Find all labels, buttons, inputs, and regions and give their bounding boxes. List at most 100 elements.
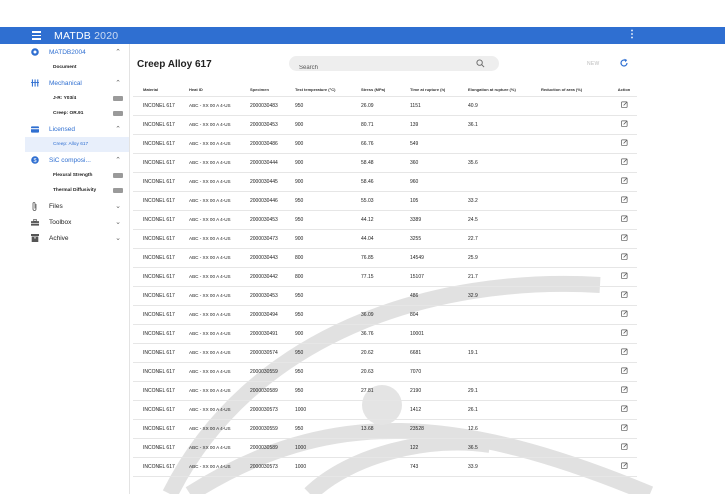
chevron-down-icon[interactable]: ⌄	[113, 202, 123, 210]
table-cell: ABC - XX 00 A 4-US	[179, 400, 240, 420]
table-cell	[531, 172, 611, 192]
chevron-up-icon[interactable]: ⌃	[113, 156, 123, 164]
table-row[interactable]: INCONEL 617 ABC - XX 00 A 4-US 2000030442 8…	[133, 267, 637, 287]
sidebar-item[interactable]: Document	[25, 60, 129, 75]
table-cell: 2000030443	[240, 248, 285, 268]
edit-icon[interactable]	[620, 101, 628, 108]
column-header[interactable]: Test temperature (°C)	[285, 84, 351, 97]
chevron-down-icon[interactable]: ⌄	[113, 234, 123, 242]
sidebar-group-label: SiC composi...	[49, 156, 91, 164]
table-row[interactable]: INCONEL 617 ABC - XX 00 A 4-US 2000030486 9…	[133, 134, 637, 154]
sidebar-group-5[interactable]: Toolbox ⌄	[25, 214, 129, 230]
table-cell: 2000030573	[240, 400, 285, 420]
table-cell: 13.68	[351, 419, 400, 439]
table-cell: 27.81	[351, 381, 400, 401]
sidebar-group-3[interactable]: $ SiC composi... ⌃	[25, 152, 129, 168]
table-cell: 2000030444	[240, 153, 285, 173]
table-cell: 950	[285, 191, 351, 211]
edit-icon[interactable]	[620, 367, 628, 374]
table-row[interactable]: INCONEL 617 ABC - XX 00 A 4-US 2000030444 9…	[133, 153, 637, 173]
edit-icon[interactable]	[620, 443, 628, 450]
column-header[interactable]: Stress (MPa)	[351, 84, 400, 97]
chevron-up-icon[interactable]: ⌃	[113, 48, 123, 56]
sidebar-item[interactable]: Flexural Strength	[25, 168, 129, 183]
table-cell: ABC - XX 00 A 4-US	[179, 381, 240, 401]
table-cell: 26.09	[351, 96, 400, 116]
sidebar-item[interactable]: J-R: Y03/4	[25, 91, 129, 106]
new-button[interactable]: NEW	[587, 61, 600, 67]
sidebar: MATDB2004 ⌃ Document Mechanical ⌃ J-R: Y…	[25, 44, 130, 494]
edit-icon[interactable]	[620, 310, 628, 317]
action-cell	[611, 305, 637, 325]
sidebar-group-2[interactable]: Licensed ⌃	[25, 121, 129, 137]
edit-icon[interactable]	[620, 424, 628, 431]
column-header[interactable]: Action	[611, 84, 637, 97]
search-input[interactable]	[289, 60, 469, 76]
edit-icon[interactable]	[620, 234, 628, 241]
table-row[interactable]: INCONEL 617 ABC - XX 00 A 4-US 2000030446 9…	[133, 191, 637, 211]
edit-icon[interactable]	[620, 253, 628, 260]
table-row[interactable]: INCONEL 617 ABC - XX 00 A 4-US 2000030589 9…	[133, 381, 637, 401]
edit-icon[interactable]	[620, 462, 628, 469]
edit-icon[interactable]	[620, 386, 628, 393]
table-cell: 76.85	[351, 248, 400, 268]
edit-icon[interactable]	[620, 120, 628, 127]
column-header[interactable]: Specimen	[240, 84, 285, 97]
edit-icon[interactable]	[620, 177, 628, 184]
edit-icon[interactable]	[620, 405, 628, 412]
chevron-up-icon[interactable]: ⌃	[113, 79, 123, 87]
table-cell	[531, 134, 611, 154]
more-vert-icon[interactable]: ⋮	[627, 30, 637, 40]
table-row[interactable]: INCONEL 617 ABC - XX 00 A 4-US 2000030473 9…	[133, 229, 637, 249]
table-cell: 1000	[285, 400, 351, 420]
table-row[interactable]: INCONEL 617 ABC - XX 00 A 4-US 2000030443 8…	[133, 248, 637, 268]
sidebar-item[interactable]: Creep: Alloy 617	[25, 137, 129, 152]
table-row[interactable]: INCONEL 617 ABC - XX 00 A 4-US 2000030453 9…	[133, 286, 637, 306]
refresh-icon[interactable]	[619, 58, 629, 68]
table-row[interactable]: INCONEL 617 ABC - XX 00 A 4-US 2000030453 9…	[133, 210, 637, 230]
edit-icon[interactable]	[620, 158, 628, 165]
column-header[interactable]: Elongation at rupture (%)	[458, 84, 531, 97]
sidebar-item[interactable]: Thermal Diffusivity	[25, 183, 129, 198]
edit-icon[interactable]	[620, 272, 628, 279]
table-row[interactable]: INCONEL 617 ABC - XX 00 A 4-US 2000030589 1…	[133, 438, 637, 458]
table-row[interactable]: INCONEL 617 ABC - XX 00 A 4-US 2000030559 9…	[133, 419, 637, 439]
table-row[interactable]: INCONEL 617 ABC - XX 00 A 4-US 2000030573 1…	[133, 457, 637, 477]
sidebar-item[interactable]: Creep: OR.91	[25, 106, 129, 121]
table-row[interactable]: INCONEL 617 ABC - XX 00 A 4-US 2000030491 9…	[133, 324, 637, 344]
table-row[interactable]: INCONEL 617 ABC - XX 00 A 4-US 2000030494 9…	[133, 305, 637, 325]
table-cell	[531, 267, 611, 287]
chevron-down-icon[interactable]: ⌄	[113, 218, 123, 226]
edit-icon[interactable]	[620, 139, 628, 146]
sidebar-group-1[interactable]: Mechanical ⌃	[25, 75, 129, 91]
edit-icon[interactable]	[620, 215, 628, 222]
sidebar-group-6[interactable]: Achive ⌄	[25, 230, 129, 246]
search-box[interactable]	[289, 56, 499, 76]
sidebar-group-4[interactable]: Files ⌄	[25, 198, 129, 214]
edit-icon[interactable]	[620, 329, 628, 336]
table-cell: 950	[285, 305, 351, 325]
table-cell: 14549	[400, 248, 458, 268]
edit-icon[interactable]	[620, 291, 628, 298]
hamburger-menu-icon[interactable]	[32, 31, 48, 40]
chevron-up-icon[interactable]: ⌃	[113, 125, 123, 133]
table-cell: 66.76	[351, 134, 400, 154]
table-row[interactable]: INCONEL 617 ABC - XX 00 A 4-US 2000030453 9…	[133, 115, 637, 135]
edit-icon[interactable]	[620, 196, 628, 203]
column-header[interactable]: Time at rupture (h)	[400, 84, 458, 97]
action-cell	[611, 248, 637, 268]
table-row[interactable]: INCONEL 617 ABC - XX 00 A 4-US 2000030559 9…	[133, 362, 637, 382]
table-row[interactable]: INCONEL 617 ABC - XX 00 A 4-US 2000030573 1…	[133, 400, 637, 420]
table-cell: 2000030453	[240, 210, 285, 230]
column-header[interactable]: Heat ID	[179, 84, 240, 97]
sidebar-group-0[interactable]: MATDB2004 ⌃	[25, 44, 129, 60]
table-row[interactable]: INCONEL 617 ABC - XX 00 A 4-US 2000030483 9…	[133, 96, 637, 116]
column-header[interactable]: Material	[133, 84, 179, 97]
table-row[interactable]: INCONEL 617 ABC - XX 00 A 4-US 2000030574 9…	[133, 343, 637, 363]
column-header[interactable]: Reduction of area (%)	[531, 84, 611, 97]
table-row[interactable]: INCONEL 617 ABC - XX 00 A 4-US 2000030445 9…	[133, 172, 637, 192]
edit-icon[interactable]	[620, 348, 628, 355]
table-cell: 2000030483	[240, 96, 285, 116]
table-cell	[531, 457, 611, 477]
search-icon[interactable]	[476, 59, 485, 68]
